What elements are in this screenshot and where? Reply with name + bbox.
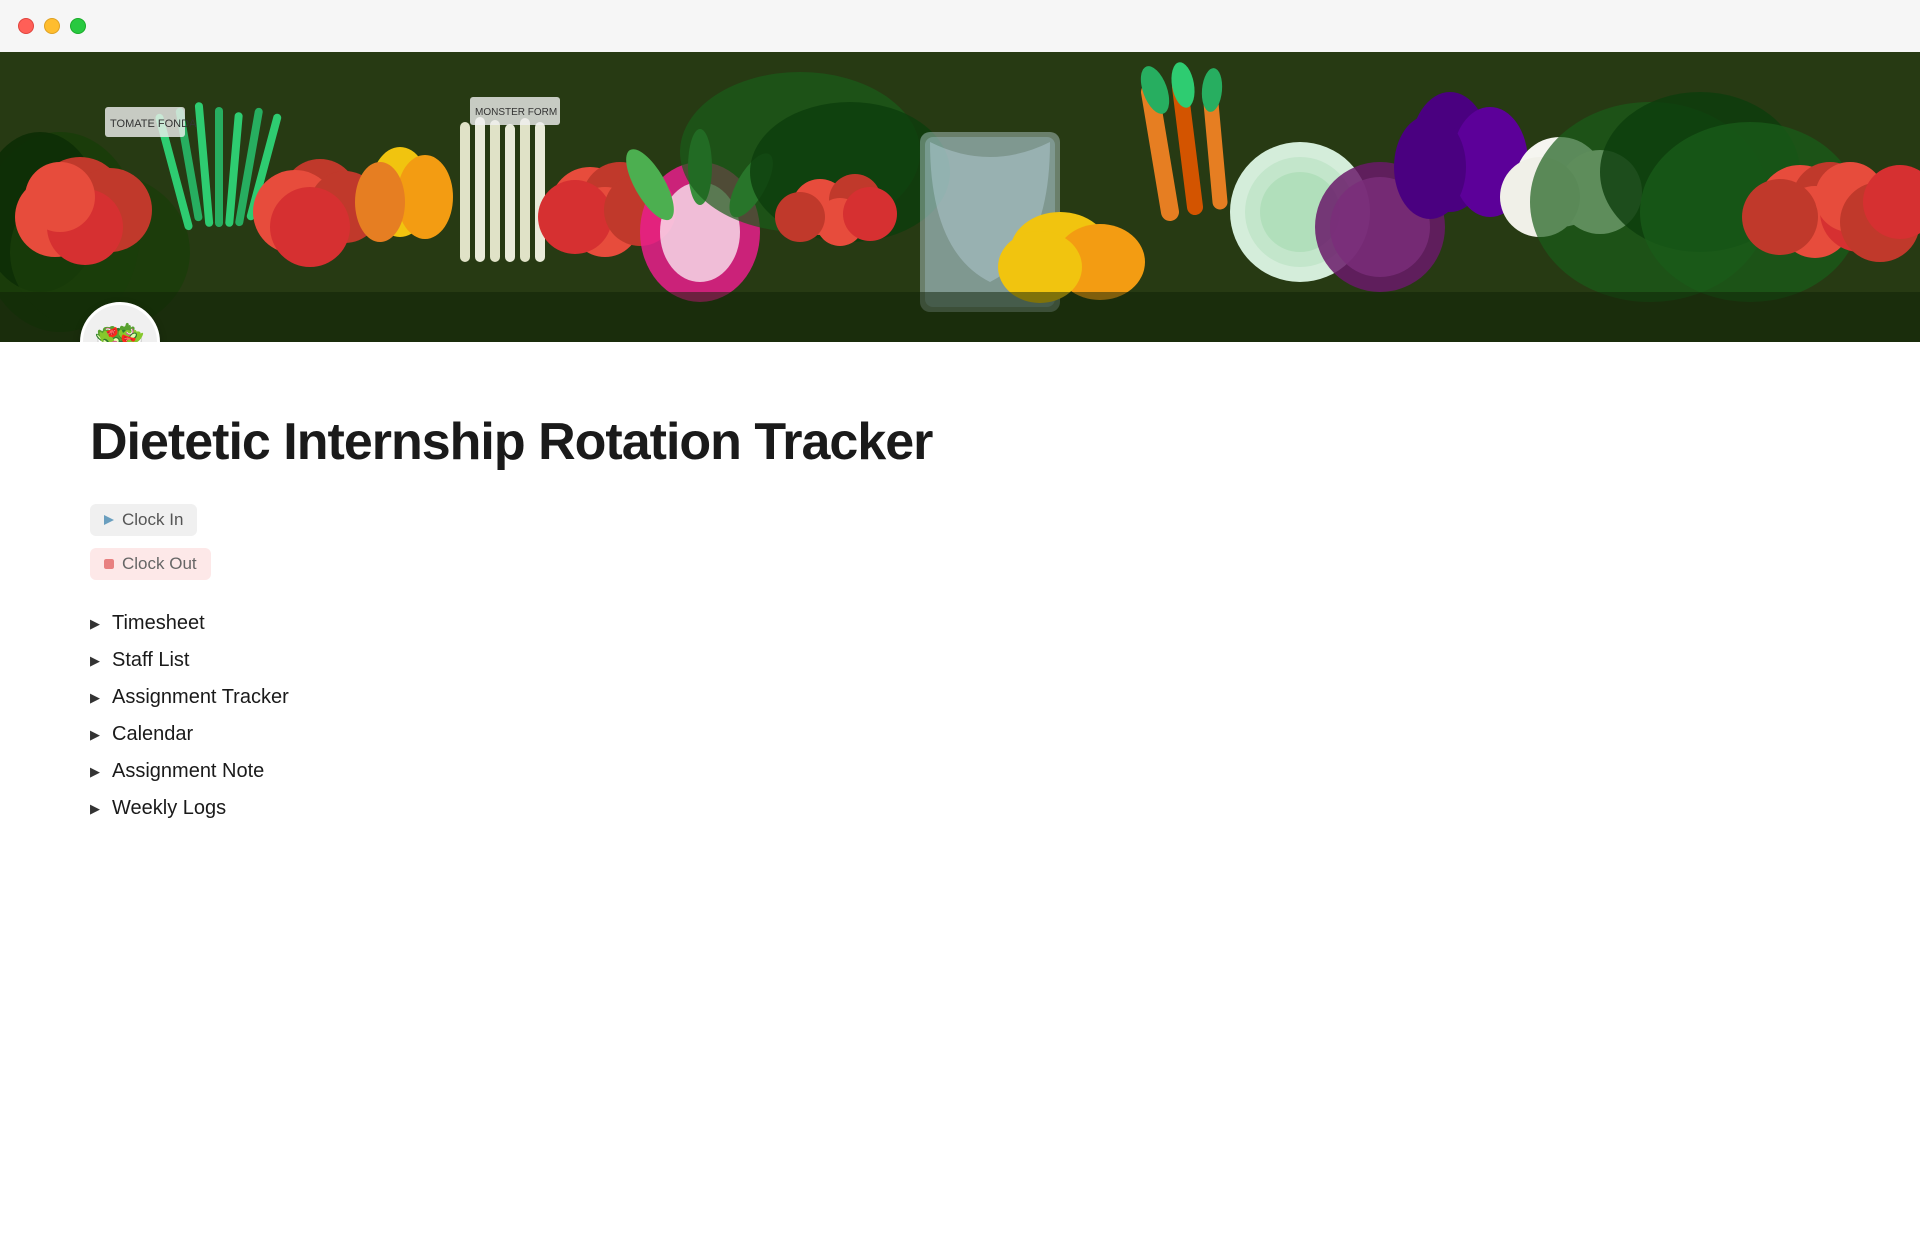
svg-text:MONSTER FORM: MONSTER FORM [475, 107, 557, 118]
nav-list: ▶ Timesheet ▶ Staff List ▶ Assignment Tr… [90, 608, 1310, 824]
arrow-icon-calendar: ▶ [90, 727, 100, 743]
nav-item-assignment-tracker[interactable]: ▶ Assignment Tracker [90, 682, 1310, 713]
svg-text:TOMATE FONDA: TOMATE FONDA [110, 118, 197, 130]
buttons-row: Clock In Clock Out [90, 504, 1310, 580]
clock-in-button[interactable]: Clock In [90, 504, 197, 536]
clock-in-label: Clock In [122, 510, 183, 530]
content-area: Dietetic Internship Rotation Tracker Clo… [0, 342, 1400, 884]
arrow-icon-weekly-logs: ▶ [90, 801, 100, 817]
nav-item-calendar[interactable]: ▶ Calendar [90, 719, 1310, 750]
window-chrome [0, 0, 1920, 52]
nav-label-timesheet: Timesheet [112, 612, 205, 635]
clock-out-button[interactable]: Clock Out [90, 548, 211, 580]
nav-item-staff-list[interactable]: ▶ Staff List [90, 645, 1310, 676]
hero-banner: TOMATE FONDA MONSTER FORM 🥗 [0, 52, 1920, 342]
arrow-icon-assignment-note: ▶ [90, 764, 100, 780]
nav-label-weekly-logs: Weekly Logs [112, 797, 226, 820]
nav-label-calendar: Calendar [112, 723, 193, 746]
nav-item-timesheet[interactable]: ▶ Timesheet [90, 608, 1310, 639]
arrow-icon-timesheet: ▶ [90, 616, 100, 632]
maximize-button[interactable] [70, 18, 86, 34]
nav-item-weekly-logs[interactable]: ▶ Weekly Logs [90, 793, 1310, 824]
play-icon [104, 515, 114, 525]
minimize-button[interactable] [44, 18, 60, 34]
page-wrapper: TOMATE FONDA MONSTER FORM 🥗 Dietetic Int… [0, 52, 1920, 884]
stop-icon [104, 559, 114, 569]
nav-label-assignment-tracker: Assignment Tracker [112, 686, 289, 709]
arrow-icon-staff-list: ▶ [90, 653, 100, 669]
nav-label-assignment-note: Assignment Note [112, 760, 264, 783]
clock-out-label: Clock Out [122, 554, 197, 574]
close-button[interactable] [18, 18, 34, 34]
nav-item-assignment-note[interactable]: ▶ Assignment Note [90, 756, 1310, 787]
page-title: Dietetic Internship Rotation Tracker [90, 412, 1310, 472]
nav-label-staff-list: Staff List [112, 649, 189, 672]
arrow-icon-assignment-tracker: ▶ [90, 690, 100, 706]
